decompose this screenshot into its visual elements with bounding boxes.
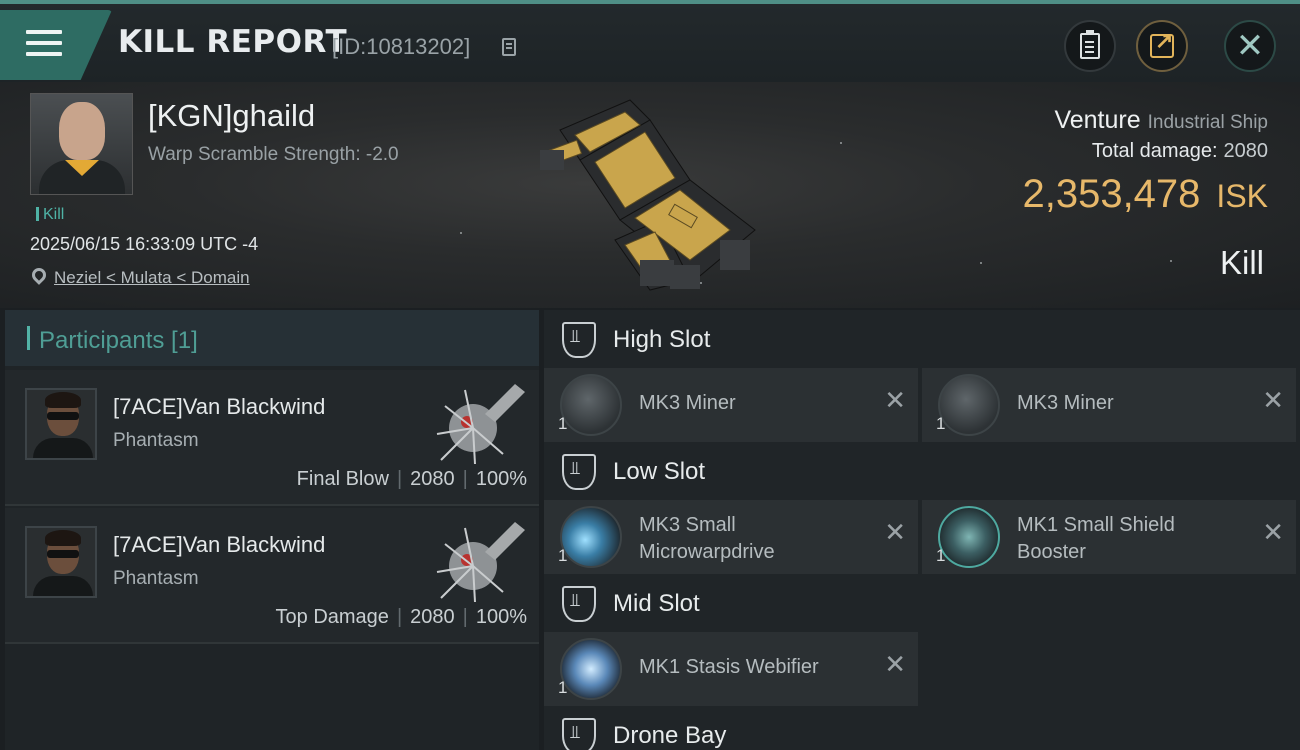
- high-slot-header: High Slot: [544, 310, 1300, 372]
- participant-damage: 2080: [410, 606, 455, 628]
- participant-row[interactable]: [7ACE]Van Blackwind Phantasm Final Blow |…: [5, 370, 539, 506]
- drone-bay-header: Drone Bay: [544, 706, 1300, 750]
- participant-stats: Top Damage | 2080 | 100%: [275, 606, 527, 628]
- participant-role: Final Blow: [296, 468, 389, 490]
- star: [1170, 260, 1172, 262]
- miner-icon: [938, 374, 1000, 436]
- share-button[interactable]: [1136, 20, 1188, 72]
- kill-result: Kill: [1219, 244, 1264, 281]
- low-slot-header: Low Slot: [544, 442, 1300, 504]
- participant-avatar[interactable]: [25, 388, 97, 460]
- module-quantity: 1: [936, 546, 946, 565]
- hamburger-icon: [26, 30, 62, 63]
- module-name: MK3 Miner: [639, 392, 736, 414]
- drone-bay-icon: [562, 718, 596, 750]
- module-quantity: 1: [558, 546, 568, 565]
- microwarpdrive-icon: [560, 506, 622, 568]
- venture-ship-image: [540, 99, 756, 291]
- page-title: KILL REPORT: [118, 24, 348, 60]
- participant-percent: 100%: [475, 468, 527, 490]
- total-damage-line: Total damage: 2080: [1092, 140, 1268, 163]
- clipboard-button[interactable]: [1064, 20, 1116, 72]
- warp-scramble-strength: Warp Scramble Strength: -2.0: [148, 144, 399, 165]
- star: [980, 262, 982, 264]
- destroyed-icon: ✕: [884, 518, 906, 548]
- mid-slot-header: Mid Slot: [544, 574, 1300, 636]
- participant-row[interactable]: [7ACE]Van Blackwind Phantasm Top Damage |…: [5, 508, 539, 644]
- victim-avatar[interactable]: [30, 93, 133, 195]
- stasis-webifier-icon: [560, 638, 622, 700]
- module-quantity: 1: [936, 414, 946, 433]
- drone-bay-title: Drone Bay: [613, 722, 727, 749]
- total-damage-value: 2080: [1223, 140, 1269, 162]
- phantasm-ship-icon: [436, 384, 525, 465]
- module-quantity: 1: [558, 678, 568, 697]
- menu-button[interactable]: [0, 10, 112, 80]
- destroyed-icon: ✕: [884, 650, 906, 680]
- isk-value-line: 2,353,478 ISK: [1022, 172, 1268, 217]
- participant-stats: Final Blow | 2080 | 100%: [296, 468, 527, 490]
- participants-title: Participants [1]: [39, 327, 198, 354]
- participant-ship: Phantasm: [113, 430, 199, 451]
- module-item[interactable]: 1 MK3 Small Microwarpdrive ✕: [544, 500, 918, 574]
- ship-name[interactable]: Venture: [1054, 106, 1140, 134]
- mid-slot-title: Mid Slot: [613, 590, 700, 617]
- shield-booster-icon: [938, 506, 1000, 568]
- ship-class: Industrial Ship: [1147, 112, 1268, 133]
- kill-datetime: 2025/06/15 16:33:09 UTC -4: [30, 234, 259, 254]
- module-item[interactable]: 1 MK1 Small Shield Booster ✕: [922, 500, 1296, 574]
- module-name: MK3 Small Microwarpdrive: [639, 514, 775, 563]
- destroyed-icon: ✕: [1262, 518, 1284, 548]
- close-icon: ✕: [1235, 26, 1265, 66]
- participant-percent: 100%: [475, 606, 527, 628]
- victim-banner: [KGN]ghaild Warp Scramble Strength: -2.0…: [0, 82, 1300, 308]
- module-item[interactable]: 1 MK3 Miner ✕: [922, 368, 1296, 442]
- participant-name: [7ACE]Van Blackwind: [113, 394, 326, 419]
- module-quantity: 1: [558, 414, 568, 433]
- phantasm-ship-icon: [436, 522, 525, 603]
- fitting-panel: High Slot 1 MK3 Miner ✕ 1 MK3 Miner ✕ Lo…: [544, 310, 1300, 750]
- module-name: MK1 Stasis Webifier: [639, 656, 819, 678]
- isk-value: 2,353,478: [1022, 172, 1201, 216]
- kill-tag: Kill: [36, 206, 64, 224]
- header-bar: KILL REPORT [ID:10813202] ✕: [0, 4, 1300, 82]
- high-slot-icon: [562, 322, 596, 358]
- star: [460, 232, 462, 234]
- participant-avatar[interactable]: [25, 526, 97, 598]
- module-name: MK3 Miner: [1017, 392, 1114, 414]
- participant-ship: Phantasm: [113, 568, 199, 589]
- module-item[interactable]: 1 MK3 Miner ✕: [544, 368, 918, 442]
- high-slot-title: High Slot: [613, 326, 711, 353]
- miner-icon: [560, 374, 622, 436]
- close-button[interactable]: ✕: [1224, 20, 1276, 72]
- victim-name[interactable]: [KGN]ghaild: [148, 98, 315, 134]
- location-pin-icon: [29, 265, 49, 285]
- module-name: MK1 Small Shield Booster: [1017, 514, 1175, 563]
- location-link[interactable]: Neziel < Mulata < Domain: [54, 268, 250, 288]
- report-id: [ID:10813202]: [332, 34, 471, 59]
- ship-name-line: Venture Industrial Ship: [1054, 106, 1268, 135]
- share-icon: [1150, 28, 1174, 58]
- participant-role: Top Damage: [275, 606, 389, 628]
- low-slot-icon: [562, 454, 596, 490]
- clipboard-icon: [1080, 30, 1100, 59]
- participants-panel: Participants [1] [7ACE]Van Blackwind Pha…: [5, 310, 539, 750]
- destroyed-icon: ✕: [884, 386, 906, 416]
- participants-header: Participants [1]: [5, 310, 539, 366]
- mid-slot-icon: [562, 586, 596, 622]
- destroyed-icon: ✕: [1262, 386, 1284, 416]
- star: [840, 142, 842, 144]
- low-slot-title: Low Slot: [613, 458, 706, 485]
- isk-unit: ISK: [1216, 178, 1268, 214]
- total-damage-label: Total damage:: [1091, 140, 1218, 162]
- participant-name: [7ACE]Van Blackwind: [113, 532, 326, 557]
- participants-accent-bar: [27, 326, 30, 350]
- participant-damage: 2080: [410, 468, 455, 490]
- copy-id-icon[interactable]: [502, 38, 516, 56]
- module-item[interactable]: 1 MK1 Stasis Webifier ✕: [544, 632, 918, 706]
